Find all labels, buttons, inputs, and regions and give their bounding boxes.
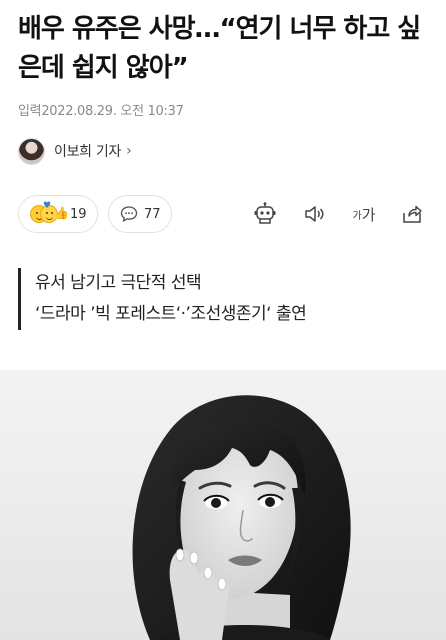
speech-bubble-icon <box>120 206 138 223</box>
article-photo <box>0 370 446 640</box>
summary-line-2: ‘드라마 ’빅 포레스트‘·’조선생존기‘ 출연 <box>35 304 307 324</box>
reporter-name: 이보희 기자 <box>54 144 122 160</box>
article-headline: 배우 유주은 사망…“연기 너무 하고 싶은데 쉽지 않아” <box>18 14 421 83</box>
share-icon[interactable] <box>398 200 426 228</box>
comment-button[interactable]: 77 <box>108 195 172 233</box>
font-size-button[interactable]: 가가 <box>350 200 378 228</box>
speaker-icon[interactable] <box>301 200 329 228</box>
font-size-small-label: 가 <box>352 210 362 222</box>
chevron-right-icon: › <box>126 143 132 159</box>
emoji-reaction-icon: ♥ 👍 <box>30 201 69 225</box>
article-summary: 유서 남기고 극단적 선택 ‘드라마 ’빅 포레스트‘·’조선생존기‘ 출연 <box>18 268 307 330</box>
portrait-image <box>0 370 446 640</box>
article-dateline: 입력2022.08.29. 오전 10:37 <box>18 104 184 119</box>
reaction-button[interactable]: ♥ 👍 19 <box>18 195 98 233</box>
reporter-link[interactable]: 이보희 기자 › <box>18 137 132 165</box>
summary-line-1: 유서 남기고 극단적 선택 <box>35 273 202 293</box>
reporter-avatar <box>18 137 45 165</box>
comment-count: 77 <box>144 206 161 222</box>
reaction-count: 19 <box>70 206 87 222</box>
robot-icon[interactable] <box>251 200 279 228</box>
font-size-large-label: 가 <box>361 205 376 224</box>
